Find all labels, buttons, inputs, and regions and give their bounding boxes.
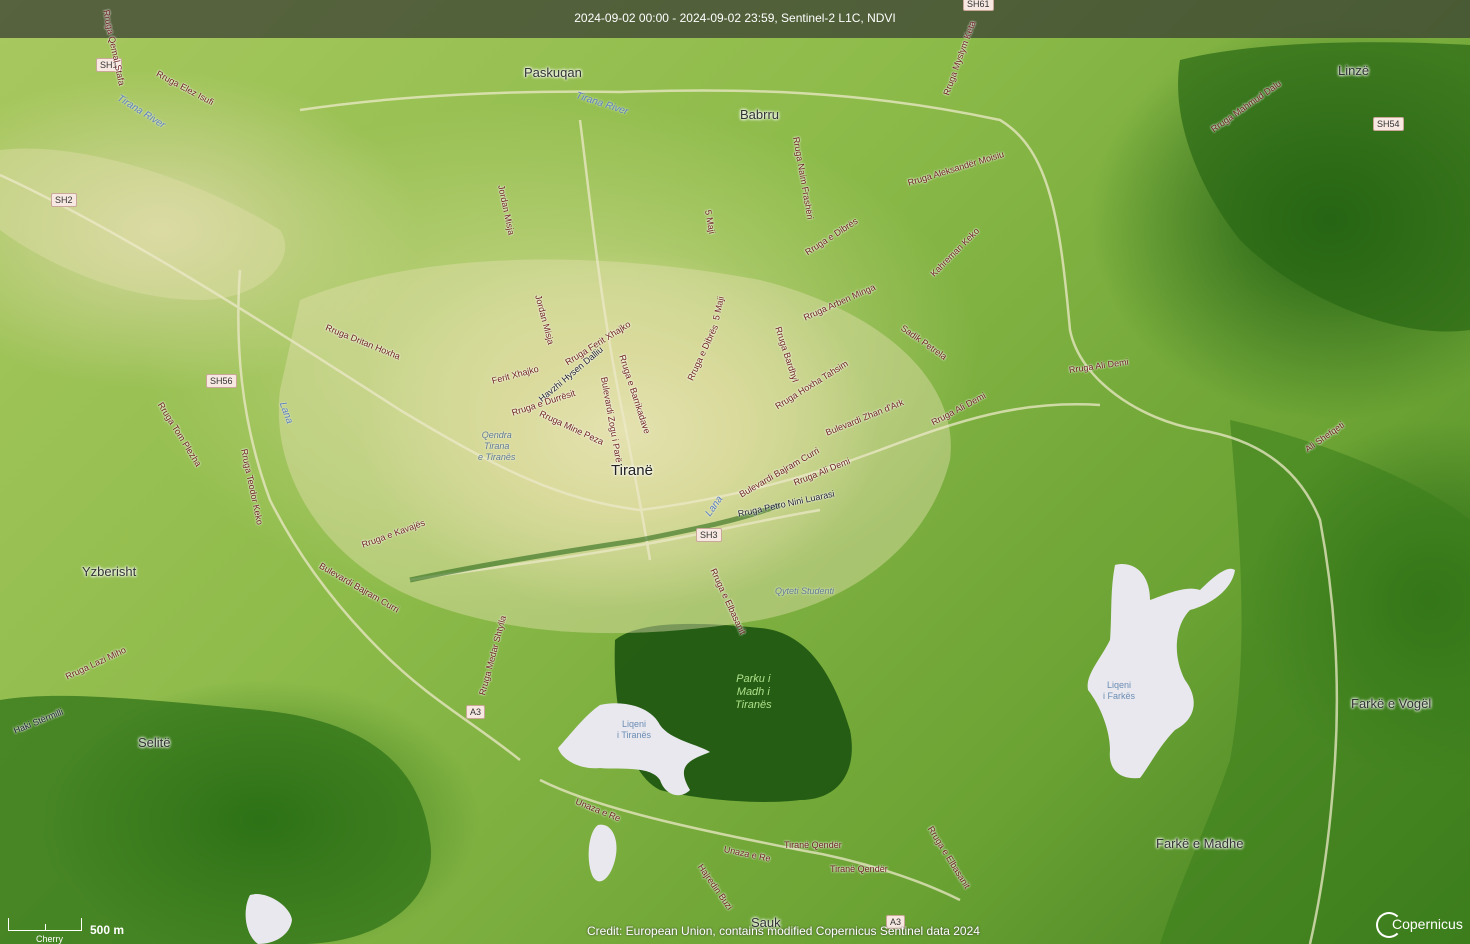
- place-farke-madhe[interactable]: Farkë e Madhe: [1156, 836, 1243, 851]
- place-selite[interactable]: Selitë: [138, 735, 171, 750]
- lake-label-farkes: Liqeni i Farkës: [1103, 680, 1136, 701]
- scale-label: 500 m: [90, 923, 125, 937]
- east-forest: [1160, 420, 1470, 944]
- lake-farkes: [1087, 564, 1235, 779]
- shield-a3-west: A3: [466, 705, 486, 719]
- shield-sh56: SH56: [206, 374, 237, 388]
- street-tirane-qender-1: Tiranë Qendër: [784, 840, 842, 850]
- shield-sh2: SH2: [51, 193, 77, 207]
- place-paskuqan[interactable]: Paskuqan: [524, 65, 582, 80]
- data-credit: Credit: European Union, contains modifie…: [587, 924, 980, 938]
- map-geometry: [0, 42, 1470, 944]
- shield-sh54: SH54: [1373, 117, 1404, 131]
- park-label-grand-park: Parku i Madh i Tiranës: [735, 673, 772, 711]
- grand-park-forest: [614, 623, 852, 802]
- place-babrru[interactable]: Babrru: [740, 107, 779, 122]
- acquisition-title: 2024-09-02 00:00 - 2024-09-02 23:59, Sen…: [574, 11, 896, 25]
- scale-bar: [8, 918, 82, 931]
- shield-sh61: SH61: [963, 0, 994, 11]
- place-tirane[interactable]: Tiranë: [611, 462, 653, 479]
- place-farke-vogel[interactable]: Farkë e Vogël: [1351, 696, 1431, 711]
- poi-student-city: Qyteti Studenti: [775, 586, 835, 596]
- lake-tirana-south: [588, 824, 617, 882]
- poi-center: Qendra Tirana e Tiranës: [478, 430, 516, 462]
- street-tirane-qender-2: Tiranë Qendër: [830, 864, 888, 874]
- place-linze[interactable]: Linzë: [1338, 63, 1369, 78]
- lake-label-tirana: Liqeni i Tiranës: [617, 719, 652, 740]
- shield-sh3: SH3: [696, 528, 722, 542]
- copernicus-logo-text: Copernicus: [1392, 916, 1463, 932]
- southwest-forest: [0, 695, 432, 944]
- copernicus-logo[interactable]: Copernicus: [1376, 910, 1463, 940]
- urban-west: [0, 148, 286, 300]
- ndvi-map[interactable]: [0, 0, 1470, 944]
- scale-sub-label: Cherry: [36, 934, 64, 944]
- acquisition-title-bar: 2024-09-02 00:00 - 2024-09-02 23:59, Sen…: [0, 0, 1470, 38]
- northeast-forest: [1178, 42, 1470, 332]
- place-yzberisht[interactable]: Yzberisht: [82, 564, 136, 579]
